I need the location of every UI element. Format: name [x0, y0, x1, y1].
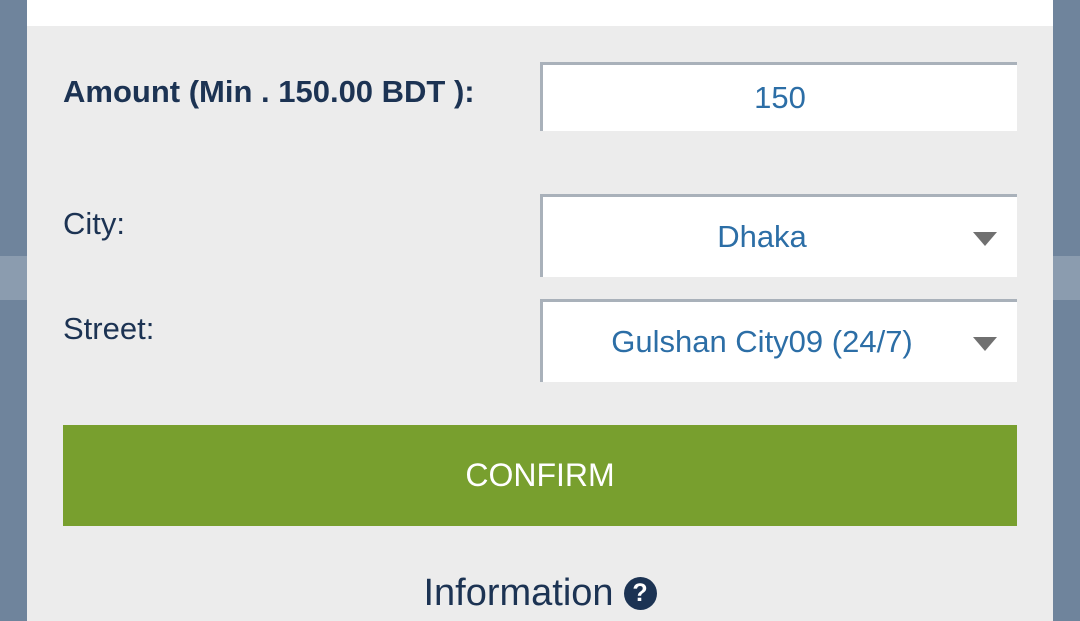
information-label: Information [423, 572, 614, 614]
street-select[interactable]: Gulshan City09 (24/7) [540, 299, 1017, 382]
chevron-down-icon [973, 337, 997, 351]
amount-input[interactable]: 150 [540, 62, 1017, 131]
street-value: Gulshan City09 (24/7) [611, 324, 913, 359]
panel-header-strip [27, 0, 1053, 26]
payment-form-panel: Amount (Min . 150.00 BDT ): 150 City: Dh… [27, 0, 1053, 621]
city-label: City: [63, 206, 125, 241]
city-value: Dhaka [717, 219, 807, 254]
city-select[interactable]: Dhaka [540, 194, 1017, 277]
amount-value: 150 [754, 80, 806, 115]
confirm-button[interactable]: CONFIRM [63, 425, 1017, 526]
amount-label: Amount (Min . 150.00 BDT ): [63, 74, 475, 109]
chevron-down-icon [973, 232, 997, 246]
street-label: Street: [63, 311, 155, 346]
question-circle-icon[interactable]: ? [623, 576, 657, 610]
information-link[interactable]: Information ? [27, 570, 1053, 616]
